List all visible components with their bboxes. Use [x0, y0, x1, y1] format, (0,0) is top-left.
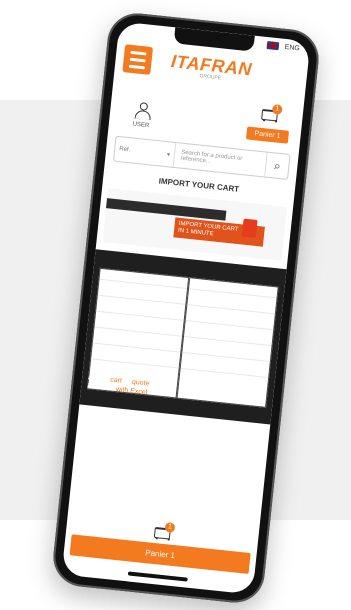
uk-flag-icon [266, 41, 280, 51]
video-preview[interactable]: Add to cart or quote in 1 click with Exc… [79, 249, 287, 425]
home-indicator [127, 571, 188, 582]
banner-dark-strip [106, 198, 227, 221]
search-category-select[interactable]: Ref. ▾ [114, 136, 177, 167]
search-icon[interactable]: ⌕ [264, 152, 290, 179]
search-input[interactable]: Search for a product or reference... [174, 149, 266, 170]
cart-badge: 1 [271, 103, 283, 115]
search-category-label: Ref. [118, 146, 131, 154]
user-account[interactable]: USER [121, 100, 163, 130]
office-icon [241, 218, 258, 238]
bottom-cart-icon: 1 [152, 522, 176, 541]
cart-icon: 1 [259, 103, 283, 123]
header-cart[interactable]: 1 Panier 1 [245, 103, 292, 144]
bottom-cart-badge: 1 [164, 522, 176, 534]
user-label: USER [132, 121, 150, 130]
chevron-down-icon: ▾ [166, 151, 171, 158]
menu-icon[interactable] [122, 44, 154, 75]
promo-banner[interactable]: IMPORT YOUR CART IN 1 MINUTE [102, 188, 288, 261]
cart-button[interactable]: Panier 1 [245, 126, 290, 144]
bottom-cart: 1 Panier 1 [64, 514, 259, 575]
video-right-pane [176, 277, 279, 408]
office-logo [241, 217, 276, 242]
user-icon [132, 101, 152, 121]
bottom-cart-button[interactable]: Panier 1 [69, 534, 251, 574]
language-label[interactable]: ENG [284, 43, 300, 52]
brand-logo[interactable]: ITAFRAN GROUPE [170, 51, 253, 84]
